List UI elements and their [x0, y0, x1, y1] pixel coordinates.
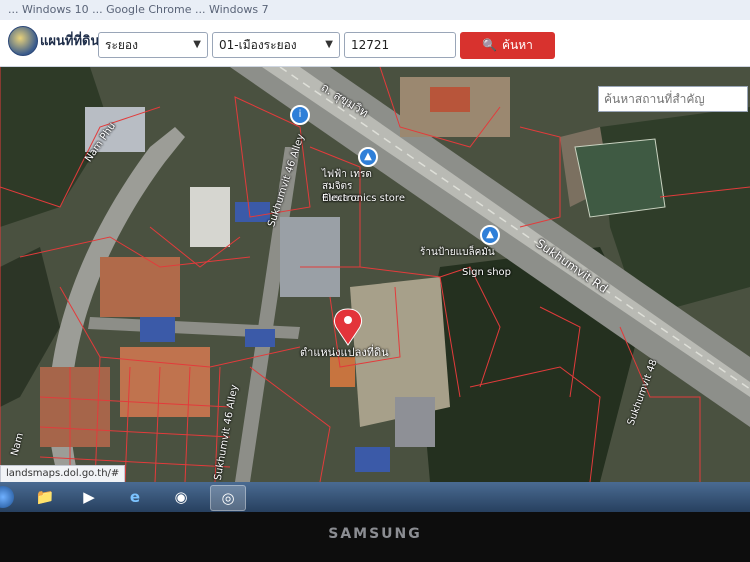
parcel-location-label: ตำแหน่งแปลงที่ดิน — [300, 346, 389, 359]
chevron-down-icon: ▼ — [193, 39, 201, 50]
ie-icon[interactable]: e — [118, 485, 152, 509]
map-canvas[interactable]: ถ. สุขุมวิท Sukhumvit Rd Sukhumvit 46 Al… — [0, 67, 750, 482]
poi-sign-shop-thai[interactable]: ร้านป้ายแบล็คมัน — [420, 245, 495, 260]
start-orb-icon[interactable] — [0, 486, 14, 508]
landmark-search-input[interactable] — [598, 86, 748, 112]
search-button-label: ค้นหา — [502, 38, 533, 52]
chevron-down-icon: ▼ — [325, 39, 333, 50]
shop-icon[interactable]: ▲ — [480, 225, 500, 245]
province-select-value: ระยอง — [105, 38, 138, 52]
windows-taskbar: 📁 ▶ e ◉ ◎ — [0, 482, 750, 512]
chrome-icon[interactable]: ◎ — [210, 485, 246, 511]
info-icon[interactable]: i — [290, 105, 310, 125]
shop-icon[interactable]: ▲ — [358, 147, 378, 167]
photos-icon[interactable]: ◉ — [164, 485, 198, 509]
dol-logo-icon — [8, 26, 38, 56]
app-title: แผนที่ที่ดิน — [40, 34, 100, 49]
media-icon[interactable]: ▶ — [72, 485, 106, 509]
search-icon: 🔍 — [482, 38, 498, 52]
poi-electronics-en[interactable]: Electronics store — [322, 193, 405, 204]
district-select[interactable]: 01-เมืองระยอง ▼ — [212, 32, 340, 58]
search-button[interactable]: 🔍 ค้นหา — [460, 32, 555, 59]
province-select[interactable]: ระยอง ▼ — [98, 32, 208, 58]
poi-sign-shop-en[interactable]: Sign shop — [462, 267, 511, 278]
screen: ... Windows 10 ... Google Chrome ... Win… — [0, 0, 750, 512]
monitor-brand-logo: SAMSUNG — [328, 526, 422, 542]
parcel-number-input[interactable] — [344, 32, 456, 58]
app-toolbar: แผนที่ที่ดิน ระยอง ▼ 01-เมืองระยอง ▼ 🔍 ค้… — [0, 20, 750, 67]
browser-notice-bar: ... Windows 10 ... Google Chrome ... Win… — [0, 0, 750, 20]
district-select-value: 01-เมืองระยอง — [219, 38, 297, 52]
explorer-icon[interactable]: 📁 — [28, 485, 62, 509]
